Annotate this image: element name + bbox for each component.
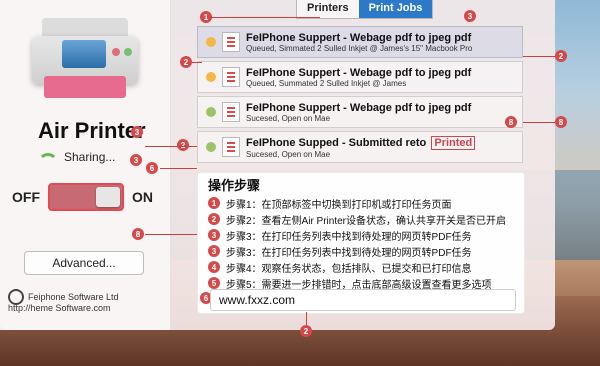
annotation-badge: 6 [146,162,158,174]
sharing-switch[interactable]: OFF ON [12,183,153,211]
pdf-document-icon [222,67,240,87]
steps-list: 1 步骤1：在顶部标签中切换到打印机或打印任务页面 2 步骤2：查看左侧Air Pr… [208,195,514,291]
step-text: 步骤1：在顶部标签中切换到打印机或打印任务页面 [226,199,452,211]
annotation-badge: 3 [131,126,143,138]
job-name-text: FeIPhone Supped - Submitted reto [246,136,427,149]
annotation-line [160,168,197,169]
wifi-icon [38,152,58,166]
app-title: Air Printer [38,118,146,143]
success-status-icon [206,142,216,152]
annotation-badge: 8 [132,228,144,240]
success-status-icon [206,107,216,117]
annotation-line [306,312,307,325]
queued-status-icon [206,37,216,47]
brand-name: Feiphone Software Ltd [28,292,119,302]
url-box[interactable]: www.fxxz.com [210,289,516,311]
tab-print-jobs[interactable]: Print Jobs [358,0,433,18]
printer-button-green [124,48,132,56]
switch-on-label: ON [132,189,153,205]
pdf-document-icon [222,102,240,122]
step-number-badge: 3 [208,229,220,241]
step-item: 2 步骤2：查看左侧Air Printer设备状态，确认共享开关是否已开启 [208,211,514,227]
job-name: FeIPhone Suppert - Webage pdf to jpeg pd… [246,101,472,114]
printer-paper-tray [44,76,126,98]
step-text: 步骤2：查看左侧Air Printer设备状态，确认共享开关是否已开启 [226,215,507,227]
tab-printers[interactable]: Printers [297,0,359,18]
job-name: FeIPhone Suppert - Webage pdf to jpeg pd… [246,31,472,44]
annotation-line [523,56,555,57]
job-row[interactable]: FeIPhone Supped - Submitted reto Printed… [197,131,523,163]
job-name: FeIPhone Suppert - Webage pdf to jpeg pd… [246,66,472,79]
switch-track[interactable] [48,183,124,211]
annotation-line [192,62,202,63]
printer-button-red [112,48,120,56]
brand-footer: Feiphone Software Ltd http://heme Softwa… [8,289,119,313]
printer-screen [62,40,106,68]
pdf-document-icon [222,137,240,157]
step-item: 1 步骤1：在顶部标签中切换到打印机或打印任务页面 [208,195,514,211]
printed-badge: Printed [431,135,476,150]
job-sub: Queued, Summated 2 Sulled Inkjet @ James [246,78,407,88]
job-sub: Sucesed, Open on Mae [246,113,331,123]
queued-status-icon [206,72,216,82]
step-number-badge: 3 [208,245,220,257]
step-number-badge: 4 [208,261,220,273]
annotation-line [523,122,555,123]
printer-icon [32,10,138,102]
job-sub: Queued, Simmated 2 Sulled Inkjet @ James… [246,43,473,53]
brand-url[interactable]: http://heme Software.com [8,303,111,313]
job-text: FeIPhone Suppert - Webage pdf to jpeg pd… [246,102,471,123]
job-row[interactable]: FeIPhone Suppert - Webage pdf to jpeg pd… [197,96,523,128]
job-sub: Sucesed, Open on Mae [246,149,331,159]
app-window: Air Printer Sharing... OFF ON Advanced..… [0,0,567,337]
switch-knob[interactable] [96,187,120,207]
step-text: 步骤4：观察任务状态，包括排队、已提交和已打印信息 [226,263,472,275]
job-row[interactable]: FeIPhone Suppert - Webage pdf to jpeg pd… [197,26,523,58]
sharing-status: Sharing... [38,150,115,164]
pdf-document-icon [222,32,240,52]
annotation-badge: 2 [555,50,567,62]
job-text: FeIPhone Suppert - Webage pdf to jpeg pd… [246,67,471,88]
annotation-badge: 8 [505,116,517,128]
annotation-line [145,234,197,235]
annotation-line [145,146,197,147]
annotation-badge: 2 [300,325,312,337]
step-item: 3 步骤3：在打印任务列表中找到待处理的网页转PDF任务 [208,227,514,243]
step-text: 步骤3：在打印任务列表中找到待处理的网页转PDF任务 [226,231,472,243]
sharing-status-text: Sharing... [64,150,116,164]
job-text: FeIPhone Supped - Submitted reto Printed… [246,135,476,159]
job-row[interactable]: FeIPhone Suppert - Webage pdf to jpeg pd… [197,61,523,93]
step-number-badge: 1 [208,197,220,209]
step-item: 4 步骤4：观察任务状态，包括排队、已提交和已打印信息 [208,259,514,275]
annotation-line [210,17,320,18]
annotation-badge: 3 [464,10,476,22]
step-number-badge: 5 [208,277,220,289]
print-jobs-list: FeIPhone Suppert - Webage pdf to jpeg pd… [197,26,523,166]
job-text: FeIPhone Suppert - Webage pdf to jpeg pd… [246,32,472,53]
step-item: 3 步骤3：在打印任务列表中找到待处理的网页转PDF任务 [208,243,514,259]
step-text: 步骤3：在打印任务列表中找到待处理的网页转PDF任务 [226,247,472,259]
job-name: FeIPhone Supped - Submitted reto Printed [246,135,476,150]
annotation-badge: 2 [177,139,189,151]
advanced-button[interactable]: Advanced... [24,251,144,275]
annotation-badge: 8 [555,116,567,128]
steps-title: 操作步骤 [208,178,261,193]
annotation-badge: 2 [180,56,192,68]
annotation-badge: 3 [130,154,142,166]
switch-off-label: OFF [12,189,40,205]
step-number-badge: 2 [208,213,220,225]
